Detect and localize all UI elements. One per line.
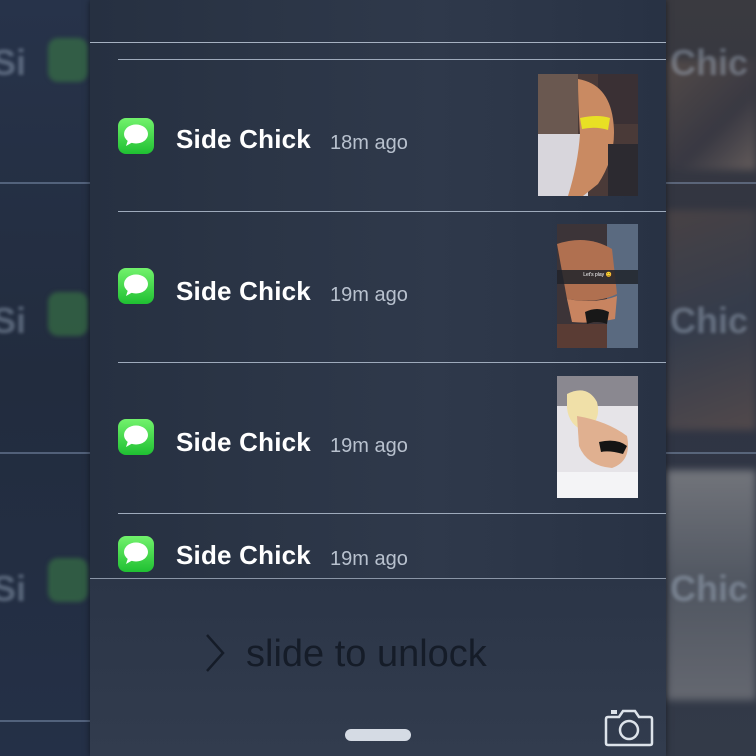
notification-sender: Side Chick	[176, 276, 311, 306]
background-divider	[666, 182, 756, 184]
notification-time: 18m ago	[330, 132, 408, 154]
blurred-sender-text: Chic	[670, 568, 749, 609]
background-divider	[666, 452, 756, 454]
notification-sender: Side Chick	[176, 540, 311, 570]
blurred-sender-text: Si	[0, 300, 27, 341]
background-divider	[0, 720, 90, 722]
chevron-right-icon	[206, 634, 225, 672]
notification-sender: Side Chick	[176, 124, 311, 154]
blurred-sender-text: Si	[0, 42, 27, 83]
blurred-left-background: Si Si Si	[0, 0, 90, 756]
blurred-messages-icon	[48, 558, 88, 602]
slide-to-unlock-area[interactable]: slide to unlock	[90, 578, 666, 756]
blurred-messages-icon	[48, 38, 88, 82]
notification-item[interactable]: Side Chick 19m ago Let's play 😊	[90, 212, 666, 362]
messages-app-icon	[118, 419, 154, 455]
background-divider	[0, 452, 90, 454]
notification-time: 19m ago	[330, 435, 408, 457]
thumbnail-caption: Let's play 😊	[583, 272, 612, 278]
background-divider	[0, 182, 90, 184]
blurred-sender-text: Chic	[670, 42, 749, 83]
blurred-right-background: Chic Chic Chic	[666, 0, 756, 756]
lock-screen-panel: Side Chick 18m ago Side Chick 19m ago Le…	[90, 0, 666, 756]
top-status-strip	[90, 0, 666, 43]
notification-time: 19m ago	[330, 548, 408, 570]
notification-item[interactable]: Side Chick 19m ago	[90, 514, 666, 578]
notification-item[interactable]: Side Chick 18m ago	[90, 60, 666, 210]
notification-item[interactable]: Side Chick 19m ago	[90, 363, 666, 513]
notification-time: 19m ago	[330, 284, 408, 306]
blurred-messages-icon	[48, 292, 88, 336]
messages-app-icon	[118, 536, 154, 572]
notification-image-thumbnail[interactable]	[538, 74, 638, 196]
messages-app-icon	[118, 118, 154, 154]
control-center-grabber[interactable]	[345, 729, 411, 741]
blurred-sender-text: Si	[0, 568, 27, 609]
notification-sender: Side Chick	[176, 427, 311, 457]
messages-app-icon	[118, 268, 154, 304]
notification-image-thumbnail[interactable]: Let's play 😊	[557, 224, 638, 348]
blurred-sender-text: Chic	[670, 300, 749, 341]
camera-icon[interactable]	[604, 707, 654, 747]
slide-to-unlock-label[interactable]: slide to unlock	[246, 633, 487, 676]
notification-image-thumbnail[interactable]	[557, 376, 638, 498]
